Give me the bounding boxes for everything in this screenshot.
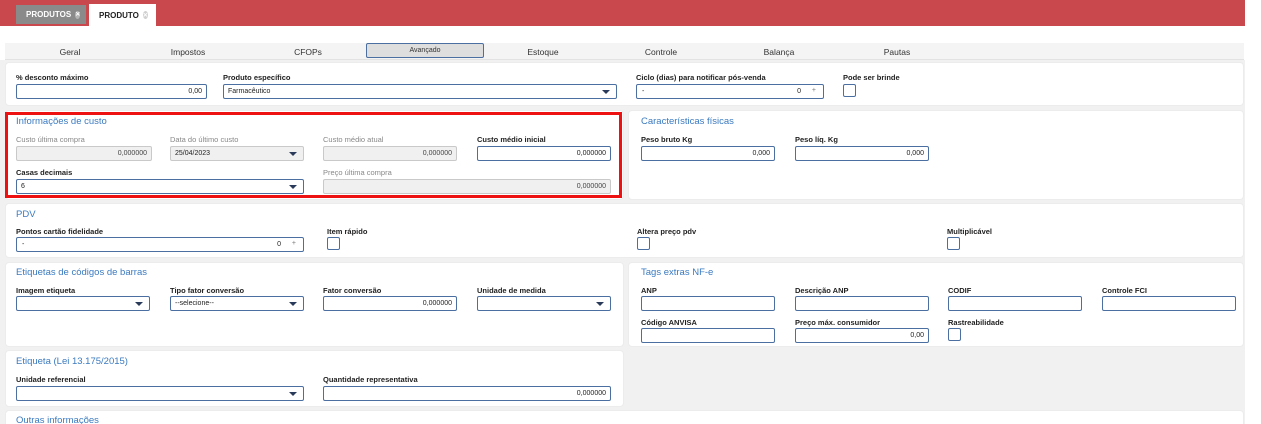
item-rapido-checkbox[interactable] <box>327 237 340 250</box>
produto-especifico-value: Farmacêutico <box>228 88 271 95</box>
imagem-etiqueta-select[interactable] <box>16 296 150 311</box>
close-icon[interactable]: ✕ <box>142 11 148 19</box>
unidade-ref-label: Unidade referencial <box>16 375 86 384</box>
peso-bruto-label: Peso bruto Kg <box>641 135 693 144</box>
pontos-value: 0 <box>277 241 281 248</box>
unidade-medida-label: Unidade de medida <box>477 286 546 295</box>
pdv-panel: PDV Pontos cartão fidelidade - 0 + Item … <box>5 203 1244 258</box>
tab-balanca[interactable]: Balança <box>720 43 838 60</box>
etiquetas-title: Etiquetas de códigos de barras <box>16 267 147 278</box>
fisicas-title: Características físicas <box>641 116 734 127</box>
preco-max-input[interactable]: 0,00 <box>795 328 929 343</box>
fator-input[interactable]: 0,000000 <box>323 296 457 311</box>
multiplicavel-checkbox[interactable] <box>947 237 960 250</box>
anvisa-label: Código ANVISA <box>641 318 697 327</box>
etiqueta-lei-panel: Etiqueta (Lei 13.175/2015) Unidade refer… <box>5 350 624 407</box>
altera-preco-label: Altera preço pdv <box>637 227 697 236</box>
chevron-down-icon <box>289 302 297 306</box>
peso-bruto-input[interactable]: 0,000 <box>641 146 775 161</box>
pdv-title: PDV <box>16 209 36 220</box>
tab-produtos-label: PRODUTOS <box>26 10 72 19</box>
descricao-anp-input[interactable] <box>795 296 929 311</box>
codif-label: CODIF <box>948 286 972 295</box>
tab-cfops[interactable]: CFOPs <box>248 43 368 60</box>
tipo-fator-label: Tipo fator conversão <box>170 286 245 295</box>
anvisa-input[interactable] <box>641 328 775 343</box>
produto-especifico-select[interactable]: Farmacêutico <box>223 84 617 99</box>
rastreabilidade-label: Rastreabilidade <box>948 318 1004 327</box>
chevron-down-icon <box>602 90 610 94</box>
peso-liq-input[interactable]: 0,000 <box>795 146 929 161</box>
item-rapido-label: Item rápido <box>327 227 368 236</box>
desconto-label: % desconto máximo <box>16 73 89 82</box>
brinde-label: Pode ser brinde <box>843 73 900 82</box>
general-panel: % desconto máximo 0,00 Produto específic… <box>5 62 1244 106</box>
tipo-fator-value: --selecione-- <box>175 300 214 307</box>
stepper-plus[interactable]: + <box>292 240 296 247</box>
brinde-checkbox[interactable] <box>843 84 856 97</box>
outras-title: Outras informações <box>16 415 99 424</box>
chevron-down-icon <box>596 302 604 306</box>
top-tab-bar: PRODUTOS ✕ PRODUTO ✕ <box>0 0 1245 26</box>
unidade-ref-select[interactable] <box>16 386 304 401</box>
tab-pautas[interactable]: Pautas <box>838 43 956 60</box>
altera-preco-checkbox[interactable] <box>637 237 650 250</box>
close-icon[interactable]: ✕ <box>75 10 81 19</box>
tab-produto[interactable]: PRODUTO ✕ <box>89 4 156 26</box>
multiplicavel-label: Multiplicável <box>947 227 993 236</box>
pontos-label: Pontos cartão fidelidade <box>16 227 104 236</box>
controle-fci-label: Controle FCI <box>1102 286 1147 295</box>
ciclo-stepper[interactable]: - 0 + <box>636 84 824 99</box>
tags-panel: Tags extras NF-e ANP Descrição ANP CODIF… <box>628 262 1244 347</box>
fisicas-panel: Características físicas Peso bruto Kg 0,… <box>628 110 1244 200</box>
tab-produtos[interactable]: PRODUTOS ✕ <box>16 5 86 24</box>
tab-impostos[interactable]: Impostos <box>128 43 248 60</box>
peso-liq-label: Peso líq. Kg <box>795 135 838 144</box>
unidade-medida-select[interactable] <box>477 296 611 311</box>
highlight-box <box>5 112 622 198</box>
etiquetas-panel: Etiquetas de códigos de barras Imagem et… <box>5 262 624 347</box>
quantidade-input[interactable]: 0,000000 <box>323 386 611 401</box>
tab-produto-label: PRODUTO <box>99 10 139 20</box>
controle-fci-input[interactable] <box>1102 296 1236 311</box>
chevron-down-icon <box>135 302 143 306</box>
tab-estoque[interactable]: Estoque <box>484 43 602 60</box>
anp-label: ANP <box>641 286 657 295</box>
tab-geral[interactable]: Geral <box>5 43 135 60</box>
tab-avancado[interactable]: Avançado <box>366 43 484 58</box>
codif-input[interactable] <box>948 296 1082 311</box>
tab-controle[interactable]: Controle <box>602 43 720 60</box>
chevron-down-icon <box>289 392 297 396</box>
outras-panel: Outras informações <box>5 410 1244 424</box>
fator-label: Fator conversão <box>323 286 382 295</box>
desconto-input[interactable]: 0,00 <box>16 84 207 99</box>
stepper-minus[interactable]: - <box>642 88 644 95</box>
etiqueta-lei-title: Etiqueta (Lei 13.175/2015) <box>16 356 128 367</box>
tags-title: Tags extras NF-e <box>641 267 714 278</box>
ciclo-label: Ciclo (dias) para notificar pós-venda <box>636 73 766 82</box>
ciclo-value: 0 <box>797 88 801 95</box>
anp-input[interactable] <box>641 296 775 311</box>
quantidade-label: Quantidade representativa <box>323 375 418 384</box>
preco-max-label: Preço máx. consumidor <box>795 318 881 327</box>
stepper-minus[interactable]: - <box>22 241 24 248</box>
sub-tab-bar: Geral Impostos CFOPs Avançado Estoque Co… <box>5 43 1244 60</box>
descricao-anp-label: Descrição ANP <box>795 286 849 295</box>
stepper-plus[interactable]: + <box>812 87 816 94</box>
imagem-etiqueta-label: Imagem etiqueta <box>16 286 76 295</box>
tipo-fator-select[interactable]: --selecione-- <box>170 296 304 311</box>
pontos-stepper[interactable]: - 0 + <box>16 237 304 252</box>
produto-especifico-label: Produto específico <box>223 73 291 82</box>
rastreabilidade-checkbox[interactable] <box>948 328 961 341</box>
